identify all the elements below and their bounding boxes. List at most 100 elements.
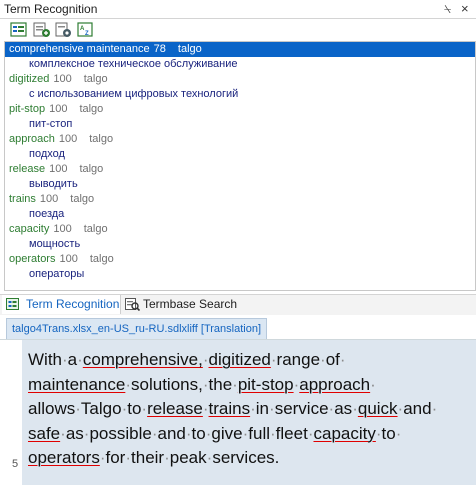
segment-word: Talgo [80,399,122,418]
term-source: operators [9,253,56,265]
term-score: 100 [49,163,68,175]
term-source-row[interactable]: trains 100 talgo [5,192,475,207]
term-target[interactable]: операторы [29,267,84,282]
space-mark: · [370,374,376,394]
term-source-row[interactable]: comprehensive maintenance 78 talgo [5,42,475,57]
segment-word: as [65,423,84,443]
term-source: comprehensive maintenance [9,43,150,55]
segment-word: to [381,423,396,443]
term-source: trains [9,193,36,205]
toolbar: A Z [0,19,476,41]
segment-word: solutions, [131,374,203,394]
segment-word: in [255,399,270,418]
recognized-term-word: capacity [313,423,376,443]
term-list-icon[interactable] [10,22,28,38]
term-termbase: talgo [89,133,114,145]
term-entry[interactable]: capacity 100 talgo мощность [5,222,475,252]
pin-icon[interactable]: ⍀ [444,2,451,17]
sort-az-icon[interactable]: A Z [77,22,95,38]
term-target[interactable]: пит-стоп [29,117,72,132]
term-entry[interactable]: digitized 100 talgo с использованием цифров… [5,72,475,102]
segment-line: maintenance·solutions,·the·pit-stop·appr… [28,373,472,398]
segment-word: the [208,374,233,394]
close-icon[interactable]: × [461,1,469,16]
recognized-term-word: maintenance [28,374,126,394]
term-source-row[interactable]: operators 100 talgo [5,252,475,267]
term-entry[interactable]: trains 100 talgo поезда [5,192,475,222]
term-source: digitized [9,73,50,85]
space-mark: · [339,350,346,369]
term-termbase: talgo [89,253,114,265]
document-tab[interactable]: talgo4Trans.xlsx_en-US_ru-RU.sdlxliff [T… [6,318,268,339]
term-score: 100 [53,73,72,85]
term-entry[interactable]: release 100 talgo выводить [5,162,475,192]
segment-line: With·a·comprehensive,·digitized·range·of… [28,348,472,373]
settings-icon[interactable] [55,22,73,38]
source-segment[interactable]: With·a·comprehensive,·digitized·range·of… [22,340,476,485]
segment-word: With [28,350,62,369]
term-termbase: talgo [70,193,95,205]
segment-number: 5 [12,458,19,470]
term-source-row[interactable]: digitized 100 talgo [5,72,475,87]
segment-word: services. [212,448,280,467]
recognized-term-word: comprehensive, [82,350,203,369]
svg-text:Z: Z [85,31,89,37]
term-target[interactable]: подход [29,147,65,162]
segment-word: their [131,448,165,467]
space-mark: · [395,423,402,443]
tab-termbase-search[interactable]: Termbase Search [121,295,251,314]
segment-word: as [334,399,353,418]
term-source-row[interactable]: release 100 talgo [5,162,475,177]
term-termbase: talgo [83,223,108,235]
term-termbase: talgo [79,163,104,175]
term-target[interactable]: выводить [29,177,78,192]
source-segment-text[interactable]: With·a·comprehensive,·digitized·range·of… [28,348,472,471]
document-tabstrip: talgo4Trans.xlsx_en-US_ru-RU.sdlxliff [T… [0,315,476,340]
term-list[interactable]: comprehensive maintenance 78 talgo комплекс… [4,41,476,291]
term-entry[interactable]: pit-stop 100 talgo пит-стоп [5,102,475,132]
panel-titlebar: Term Recognition ⍀ × [0,0,476,19]
add-term-icon[interactable] [33,22,51,38]
term-source-row[interactable]: approach 100 talgo [5,132,475,147]
term-entry[interactable]: comprehensive maintenance 78 talgo комплекс… [5,42,475,72]
term-source: pit-stop [9,103,46,115]
recognized-term-word: release [147,399,203,418]
recognized-term-word: operators [28,448,100,467]
term-source-row[interactable]: pit-stop 100 talgo [5,102,475,117]
segment-gutter: 5 [0,340,22,485]
term-target[interactable]: мощность [29,237,80,252]
term-termbase: talgo [83,73,108,85]
segment-word: of [325,350,340,369]
segment-word: possible [89,423,152,443]
segment-line: safe·as·possible·and·to·give·full·fleet·… [28,422,472,447]
term-entry[interactable]: approach 100 talgo подход [5,132,475,162]
term-target[interactable]: с использованием цифровых технологий [29,87,238,102]
term-score: 78 [153,43,166,55]
term-target[interactable]: поезда [29,207,64,222]
term-score: 100 [59,253,78,265]
term-source: release [9,163,46,175]
segment-word: a [67,350,78,369]
term-score: 100 [58,133,78,145]
segment-word: full [248,423,270,443]
recognized-term-word: digitized [208,350,271,369]
term-source-row[interactable]: capacity 100 talgo [5,222,475,237]
tab-term-recognition[interactable]: Term Recognition [2,295,121,314]
segment-word: allows [28,399,76,418]
segment-word: for [105,448,126,467]
recognized-term-word: pit-stop [237,374,294,394]
recognized-term-word: quick [357,399,398,418]
segment-line: operators·for·their·peak·services. [28,446,472,471]
recognized-term-word: safe [28,423,61,443]
segment-word: and [403,399,432,418]
tab-termbase-search-label: Termbase Search [143,297,238,311]
panel-title: Term Recognition [4,2,98,16]
term-target[interactable]: комплексное техническое обслуживание [29,57,238,72]
recognized-term-word: approach [299,374,371,394]
term-entry[interactable]: operators 100 talgo операторы [5,252,475,282]
term-source: capacity [9,223,50,235]
term-score: 100 [49,103,68,115]
segment-word: range [276,350,321,369]
space-mark: · [431,399,438,418]
term-score: 100 [53,223,72,235]
